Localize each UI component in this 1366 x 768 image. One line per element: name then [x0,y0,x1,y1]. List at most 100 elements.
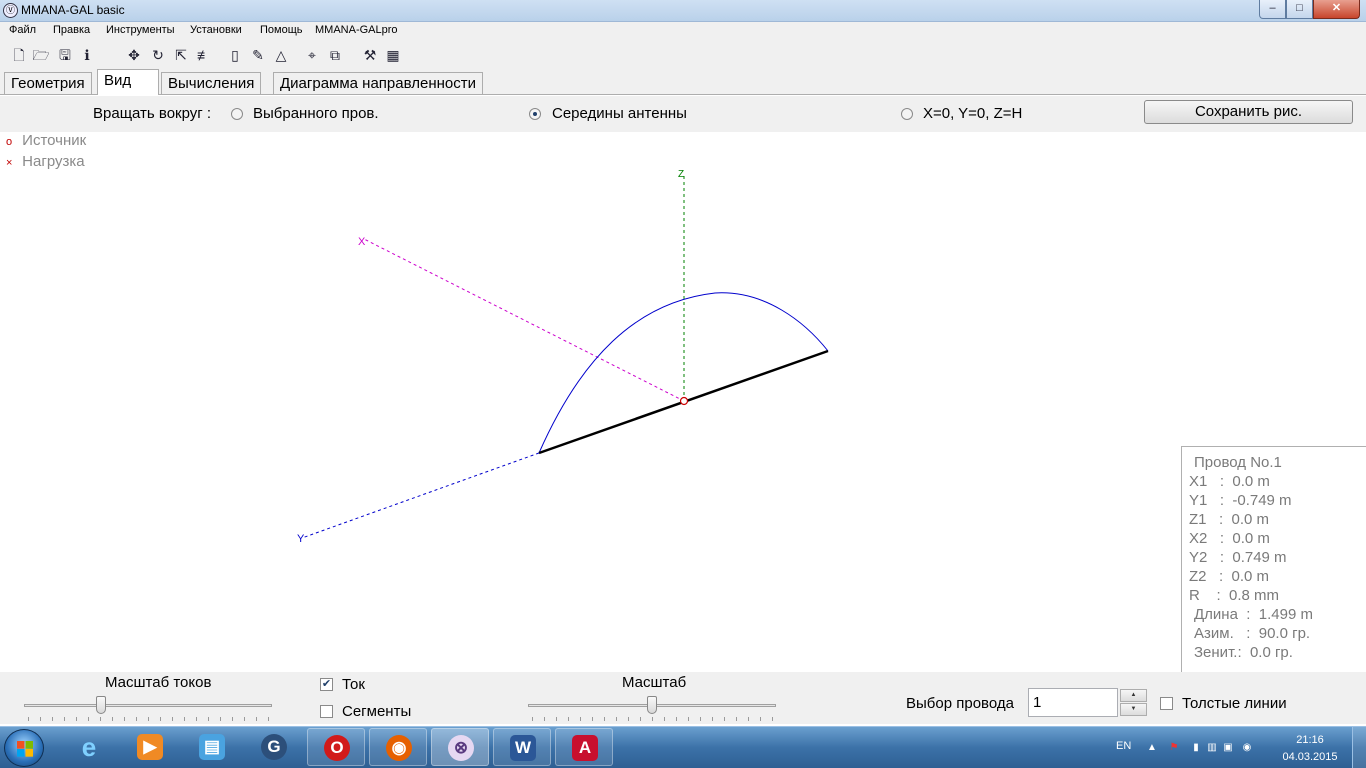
menu-help[interactable]: Помощь [260,24,303,36]
taskbar-internet-explorer[interactable]: e [60,728,118,766]
stretch-icon[interactable]: ⇱ [172,46,190,64]
taskbar-word[interactable]: W [493,728,551,766]
y-axis-line [301,452,540,539]
taskbar-opera[interactable]: O [307,728,365,766]
title-bar: Ⓥ MMANA-GAL basic – □ ✕ [0,0,1366,22]
radio-selected-wire-label[interactable]: Выбранного пров. [253,105,379,122]
pencil-icon[interactable]: ✎ [249,46,267,64]
wire-info-length: Длина : 1.499 m [1194,606,1313,623]
current-scale-thumb[interactable] [96,696,106,714]
taskbar-firefox[interactable]: ◉ [369,728,427,766]
radio-origin-label[interactable]: X=0, Y=0, Z=H [923,105,1022,122]
tray-network-icon[interactable]: ▥ [1206,742,1218,754]
tab-view[interactable]: Вид [97,69,159,95]
taskbar-mmana-gal[interactable]: ⊗ [431,728,489,766]
wire-info-radius: R : 0.8 mm [1189,587,1280,604]
media-player-icon: ▶ [137,734,163,760]
tab-geometry[interactable]: Геометрия [4,72,92,94]
maximize-button[interactable]: □ [1286,0,1313,19]
y-axis-label: Y [297,533,305,545]
tools-icon[interactable]: ⚒ [361,46,379,64]
wire-info-title: Провод No.1 [1194,454,1282,471]
internet-explorer-icon: e [81,732,97,762]
window-title: MMANA-GAL basic [21,3,125,17]
app-icon[interactable]: Ⓥ [3,3,18,18]
tray-clock-date[interactable]: 04.03.2015 [1276,751,1344,763]
tray-device-icon[interactable]: ▮ [1190,742,1202,754]
wire-select-up-button[interactable]: ▲ [1120,689,1147,702]
calculator-icon[interactable]: ▦ [384,46,402,64]
menu-edit[interactable]: Правка [53,24,90,36]
current-scale-ticks [28,717,270,721]
save-icon[interactable]: 🖫 [56,46,74,64]
wire-select-input[interactable] [1028,688,1118,717]
segments-checkbox-label[interactable]: Сегменты [342,703,411,720]
radio-origin[interactable] [901,108,913,120]
segments-checkbox[interactable] [320,705,333,718]
wires-icon[interactable]: ≢ [195,46,213,64]
radio-antenna-center[interactable] [529,108,541,120]
close-button[interactable]: ✕ [1313,0,1360,19]
taskbar-graph-app[interactable]: G [245,728,303,766]
current-scale-label: Масштаб токов [105,674,212,691]
tray-clock-time[interactable]: 21:16 [1280,734,1340,746]
antenna-view-svg: X Y Z [297,169,829,545]
wire-select-down-button[interactable]: ▼ [1120,703,1147,716]
wire-info-azimuth: Азим. : 90.0 гр. [1194,625,1311,642]
word-icon: W [510,735,536,761]
tab-calculations[interactable]: Вычисления [161,72,262,94]
current-checkbox[interactable]: ✔ [320,678,333,691]
wire-select-label: Выбор провода [906,695,1014,712]
menu-bar: Файл Правка Инструменты Установки Помощь… [0,22,1366,41]
save-picture-button[interactable]: Сохранить рис. [1144,100,1353,124]
source-marker [679,396,689,406]
minimize-button[interactable]: – [1259,0,1286,19]
rotate-bar: Вращать вокруг : Выбранного пров. Середи… [0,96,1366,132]
rotate-label: Вращать вокруг : [93,105,212,122]
scale-thumb[interactable] [647,696,657,714]
tray-language[interactable]: EN [1116,740,1131,752]
z-axis-label: Z [678,169,684,180]
rotate-icon[interactable]: ↻ [149,46,167,64]
radio-selected-wire[interactable] [231,108,243,120]
open-folder-icon[interactable]: 🗁 [32,46,50,64]
info-icon[interactable]: ℹ [78,46,96,64]
page-icon[interactable]: ▯ [226,46,244,64]
wire-info-x2: X2 : 0.0 m [1189,530,1270,547]
tray-flag-icon[interactable]: ⚑ [1168,742,1180,754]
wire-info-z1: Z1 : 0.0 m [1189,511,1270,528]
copy-icon[interactable]: ⧉ [326,46,344,64]
toolbar: 🗋 🗁 🖫 ℹ ✥ ↻ ⇱ ≢ ▯ ✎ △ ⌖ ⧉ ⚒ ▦ [0,41,1366,69]
files-icon: ▤ [199,734,225,760]
target-icon[interactable]: ⌖ [303,46,321,64]
firefox-icon: ◉ [386,735,412,761]
move-icon[interactable]: ✥ [125,46,143,64]
current-scale-track[interactable] [24,704,272,707]
menu-settings[interactable]: Установки [190,24,242,36]
menu-pro[interactable]: MMANA-GALpro [315,24,398,36]
tray-expand-icon[interactable]: ▲ [1146,742,1158,754]
show-desktop-button[interactable] [1352,727,1366,768]
menu-file[interactable]: Файл [9,24,36,36]
thick-lines-label[interactable]: Толстые линии [1182,695,1287,712]
taskbar-files[interactable]: ▤ [183,728,241,766]
menu-tools[interactable]: Инструменты [106,24,175,36]
tray-volume-icon[interactable]: ◉ [1241,742,1253,754]
new-file-icon[interactable]: 🗋 [10,46,28,64]
thick-lines-checkbox[interactable] [1160,697,1173,710]
wire-info-y2: Y2 : 0.749 m [1189,549,1287,566]
tray-monitor-icon[interactable]: ▣ [1222,742,1234,754]
scale-label: Масштаб [622,674,687,691]
taskbar-media-player[interactable]: ▶ [121,728,179,766]
current-checkbox-label[interactable]: Ток [342,676,365,693]
start-button[interactable] [4,729,44,767]
triangle-icon[interactable]: △ [272,46,290,64]
taskbar-acrobat[interactable]: A [555,728,613,766]
radio-antenna-center-label[interactable]: Середины антенны [552,105,687,122]
x-axis-label: X [358,236,366,248]
taskbar: e ▶ ▤ G O ◉ ⊗ W A EN ▲ ⚑ ▮ ▥ ▣ ◉ 21:16 0… [0,726,1366,768]
view-canvas[interactable]: o Источник × Нагрузка X Y Z Провод No.1 … [0,132,1366,672]
acrobat-icon: A [572,735,598,761]
tab-pattern[interactable]: Диаграмма направленности [273,72,483,94]
opera-icon: O [324,735,350,761]
